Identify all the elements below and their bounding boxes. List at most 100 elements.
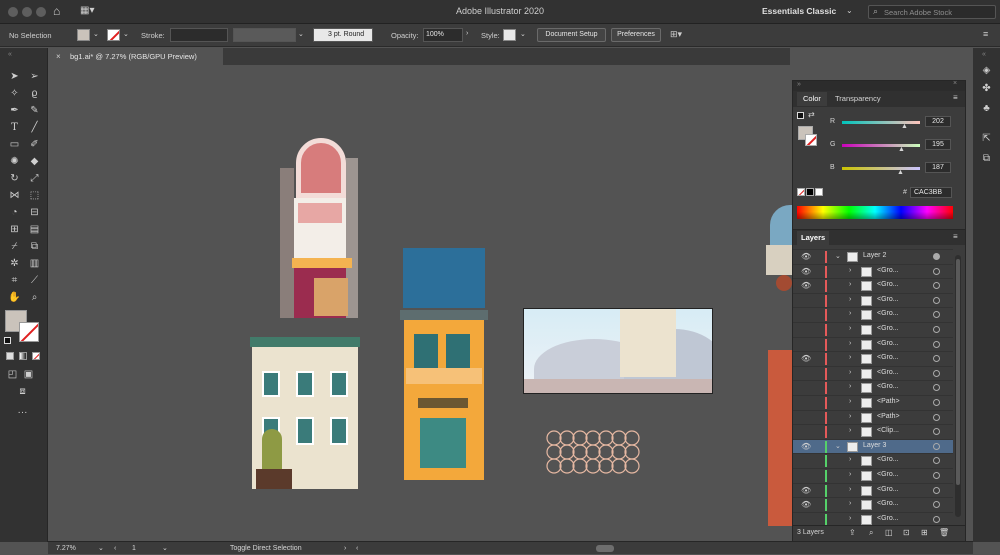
target-circle-icon[interactable] <box>933 472 940 479</box>
g-value-input[interactable]: 195 <box>925 139 951 150</box>
direct-selection-tool-icon[interactable]: ➢ <box>28 70 41 83</box>
target-circle-icon[interactable] <box>933 326 940 333</box>
chevron-right-icon[interactable]: › <box>849 369 851 376</box>
hand-tool-icon[interactable]: ✋ <box>8 291 21 304</box>
symbols-panel-icon[interactable]: ♣ <box>980 102 993 115</box>
target-circle-icon[interactable] <box>933 413 940 421</box>
layer-name[interactable]: <Gro... <box>877 383 899 390</box>
panel-menu-icon[interactable]: ≡ <box>983 29 988 39</box>
sublayer-row[interactable]: › <Clip... <box>793 424 953 439</box>
r-slider[interactable] <box>842 121 920 124</box>
close-icon[interactable]: × <box>56 48 61 65</box>
eraser-tool-icon[interactable]: ◆ <box>28 155 41 168</box>
default-colors-icon[interactable] <box>797 112 804 119</box>
sublayer-row[interactable]: › <Gro... <box>793 322 953 337</box>
target-circle-icon[interactable] <box>933 267 940 275</box>
chevron-down-icon[interactable]: ⌄ <box>123 30 129 38</box>
sublayer-row[interactable]: 👁 › <Gro... <box>793 278 953 293</box>
chevron-right-icon[interactable]: › <box>849 486 851 493</box>
chevron-right-icon[interactable]: › <box>849 413 851 420</box>
artboard-number[interactable]: 1 <box>132 542 136 555</box>
blend-tool-icon[interactable]: ⧉ <box>28 240 41 253</box>
collapse-arrows-icon[interactable]: » <box>797 81 801 88</box>
selection-tool-icon[interactable]: ➤ <box>8 70 21 83</box>
symbol-sprayer-tool-icon[interactable]: ✲ <box>8 257 21 270</box>
visibility-eye-icon[interactable]: 👁 <box>801 486 811 495</box>
chevron-down-icon[interactable]: ⌄ <box>846 6 853 15</box>
sublayer-row[interactable]: › <Gro... <box>793 380 953 395</box>
target-circle-icon[interactable] <box>933 501 940 509</box>
artboards-panel-icon[interactable]: ⧉ <box>980 152 993 165</box>
zoom-level[interactable]: 7.27% <box>56 542 76 555</box>
artwork-street-scene[interactable] <box>523 308 713 394</box>
sublayer-row[interactable]: › <Path> <box>793 395 953 410</box>
layer-name[interactable]: <Clip... <box>877 427 899 434</box>
shaper-tool-icon[interactable]: ✺ <box>8 155 21 168</box>
hex-value-input[interactable]: CAC3BB <box>910 187 952 198</box>
sublayer-row[interactable]: › <Gro... <box>793 453 953 468</box>
rotate-tool-icon[interactable]: ↻ <box>8 172 21 185</box>
black-color-chip[interactable] <box>806 188 814 196</box>
artboard-tool-icon[interactable]: ⌗ <box>8 274 21 287</box>
gradient-mode-icon[interactable] <box>19 352 27 360</box>
layers-scrollbar[interactable] <box>955 255 961 517</box>
trash-icon[interactable]: 🗑 <box>939 528 949 537</box>
draw-mode-icon[interactable]: ◰ <box>6 368 19 381</box>
horizontal-scrollbar-thumb[interactable] <box>596 545 614 552</box>
tab-transparency[interactable]: Transparency <box>835 92 881 106</box>
artwork-orange-building[interactable] <box>400 248 490 480</box>
lasso-tool-icon[interactable]: ϱ <box>28 87 41 100</box>
pen-tool-icon[interactable]: ✒ <box>8 104 21 117</box>
sublayer-row[interactable]: › <Gro... <box>793 468 953 483</box>
variable-width-profile[interactable] <box>233 28 296 42</box>
sublayer-row[interactable]: › <Path> <box>793 409 953 425</box>
b-slider[interactable] <box>842 167 920 170</box>
chevron-right-icon[interactable]: › <box>849 515 851 522</box>
chevron-right-icon[interactable]: › <box>849 340 851 347</box>
chevron-right-icon[interactable]: › <box>849 354 851 361</box>
sublayer-row[interactable]: 👁 › <Gro... <box>793 351 953 366</box>
paintbrush-tool-icon[interactable]: ✐ <box>28 138 41 151</box>
perspective-grid-tool-icon[interactable]: ⊟ <box>28 206 41 219</box>
target-circle-icon[interactable] <box>933 296 940 304</box>
workspace-switcher[interactable]: Essentials Classic <box>762 6 836 16</box>
visibility-eye-icon[interactable]: 👁 <box>801 442 811 451</box>
sublayer-row[interactable]: 👁 › <Gro... <box>793 482 953 498</box>
artwork-blue-vehicle[interactable] <box>760 205 792 305</box>
stroke-color-box[interactable] <box>19 322 39 342</box>
artboard-prev-icon[interactable]: ‹ <box>114 542 116 555</box>
target-circle-icon[interactable] <box>933 515 940 523</box>
gradient-tool-icon[interactable]: ▤ <box>28 223 41 236</box>
target-circle-icon[interactable] <box>933 442 940 450</box>
sublayer-row[interactable]: 👁 › <Gro... <box>793 497 953 512</box>
color-spectrum[interactable] <box>797 206 953 219</box>
chevron-right-icon[interactable]: › <box>849 456 851 463</box>
none-color-icon[interactable] <box>797 188 805 196</box>
artwork-pink-building[interactable] <box>280 138 360 322</box>
slice-tool-icon[interactable]: ⟋ <box>28 274 41 287</box>
target-circle-icon[interactable] <box>933 369 940 377</box>
align-options-icon[interactable]: ⊞▾ <box>670 29 682 40</box>
mesh-tool-icon[interactable]: ⊞ <box>8 223 21 236</box>
sublayer-row[interactable]: › <Gro... <box>793 307 953 322</box>
free-transform-tool-icon[interactable]: ⬚ <box>28 189 41 202</box>
visibility-eye-icon[interactable]: 👁 <box>801 281 811 290</box>
tab-color[interactable]: Color <box>797 92 827 106</box>
r-value-input[interactable]: 202 <box>925 116 951 127</box>
tab-layers[interactable]: Layers <box>797 231 830 245</box>
stock-search-input[interactable]: Search Adobe Stock <box>884 8 952 17</box>
b-value-input[interactable]: 187 <box>925 162 951 173</box>
chevron-down-icon[interactable]: ⌄ <box>162 542 168 555</box>
change-screen-mode-icon[interactable]: ⧈ <box>16 385 29 398</box>
artwork-circle-pattern[interactable] <box>546 430 646 474</box>
screen-mode-icon[interactable]: ▣ <box>22 368 35 381</box>
target-circle-icon[interactable] <box>933 428 940 436</box>
chevron-down-icon[interactable]: ⌄ <box>98 542 104 555</box>
panel-menu-icon[interactable]: ≡ <box>953 232 958 241</box>
layer-row[interactable]: 👁 ⌄ Layer 3 <box>793 438 953 454</box>
layer-name[interactable]: <Path> <box>877 413 900 420</box>
sublayer-row[interactable]: 👁 › <Gro... <box>793 263 953 279</box>
color-stroke-swatch[interactable] <box>805 134 817 146</box>
zoom-tool-icon[interactable]: ⌕ <box>28 291 41 304</box>
chevron-right-icon[interactable]: › <box>849 267 851 274</box>
